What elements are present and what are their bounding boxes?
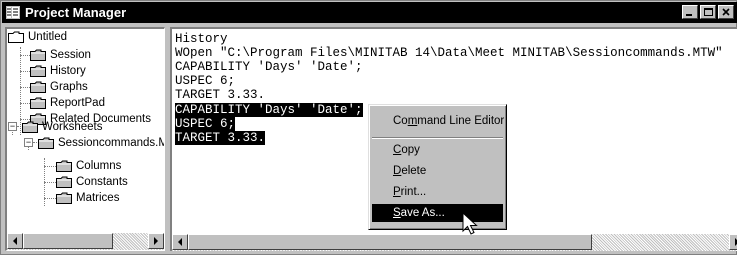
menu-separator xyxy=(372,137,503,139)
tree-item-label: History xyxy=(50,65,86,77)
scroll-right-button[interactable] xyxy=(148,233,164,249)
menu-item-copy[interactable]: Copy xyxy=(372,141,503,159)
folder-icon xyxy=(56,192,72,204)
history-line-selected[interactable]: TARGET 3.33. xyxy=(175,131,266,145)
title-bar[interactable]: Project Manager xyxy=(2,2,737,23)
history-line[interactable]: CAPABILITY 'Days' 'Date'; xyxy=(175,60,363,74)
tree-item-history[interactable]: History xyxy=(30,63,86,79)
folder-icon xyxy=(56,176,72,188)
tree-item-constants[interactable]: Constants xyxy=(56,174,128,190)
folder-icon xyxy=(38,137,54,149)
scroll-thumb[interactable] xyxy=(23,233,113,249)
history-line[interactable]: USPEC 6; xyxy=(175,74,235,88)
tree-item-label: Constants xyxy=(76,176,128,188)
collapse-worksheet-toggle[interactable]: − xyxy=(24,138,33,147)
folder-icon xyxy=(22,121,38,133)
tree-item-matrices[interactable]: Matrices xyxy=(56,190,119,206)
context-menu: Command Line Editor Copy Delete Print...… xyxy=(368,104,507,230)
tree-item-worksheet-file[interactable]: Sessioncommands.MTW xyxy=(38,135,164,151)
tree-item-label: Session xyxy=(50,49,91,61)
history-horizontal-scrollbar[interactable] xyxy=(172,234,737,251)
history-header: History xyxy=(175,32,228,46)
project-manager-window: Project Manager Untitled Session History… xyxy=(0,0,737,255)
tree-item-label: Columns xyxy=(76,160,122,172)
tree-item-reportpad[interactable]: ReportPad xyxy=(30,95,105,111)
menu-item-save-as[interactable]: Save As... xyxy=(372,204,503,222)
tree-item-columns[interactable]: Columns xyxy=(56,158,121,174)
collapse-worksheets-toggle[interactable]: − xyxy=(8,122,17,131)
maximize-button[interactable] xyxy=(700,5,716,19)
history-line-selected[interactable]: CAPABILITY 'Days' 'Date'; xyxy=(175,103,363,117)
tree-root-label: Untitled xyxy=(28,31,67,43)
mouse-pointer-icon xyxy=(462,212,478,235)
tree-item-worksheets[interactable]: Worksheets xyxy=(22,119,103,135)
folder-icon xyxy=(30,65,46,77)
menu-item-delete[interactable]: Delete xyxy=(372,162,503,180)
tree-item-session[interactable]: Session xyxy=(30,47,91,63)
project-tree[interactable]: Untitled Session History Graphs ReportPa… xyxy=(5,27,165,251)
scroll-thumb[interactable] xyxy=(188,234,592,250)
window-title: Project Manager xyxy=(25,5,127,20)
folder-icon xyxy=(8,31,24,43)
tree-horizontal-scrollbar[interactable] xyxy=(7,233,164,250)
minimize-button[interactable] xyxy=(682,5,698,19)
folder-icon xyxy=(30,97,46,109)
scroll-left-button[interactable] xyxy=(172,234,188,250)
project-manager-icon xyxy=(6,6,20,19)
folder-icon xyxy=(30,49,46,61)
tree-item-graphs[interactable]: Graphs xyxy=(30,79,88,95)
tree-root[interactable]: Untitled xyxy=(8,29,67,45)
tree-item-label: ReportPad xyxy=(50,97,105,109)
scroll-left-button[interactable] xyxy=(7,233,23,249)
scroll-right-button[interactable] xyxy=(729,234,737,250)
history-line[interactable]: WOpen "C:\Program Files\MINITAB 14\Data\… xyxy=(175,46,723,60)
history-line-selected[interactable]: USPEC 6; xyxy=(175,117,236,131)
folder-icon xyxy=(56,160,72,172)
close-button[interactable] xyxy=(718,5,734,19)
tree-item-label: Matrices xyxy=(76,192,120,204)
menu-item-print[interactable]: Print... xyxy=(372,183,503,201)
tree-item-label: Sessioncommands.MTW xyxy=(58,137,164,149)
history-line[interactable]: TARGET 3.33. xyxy=(175,88,265,102)
tree-item-label: Worksheets xyxy=(42,121,103,133)
tree-item-label: Graphs xyxy=(50,81,88,93)
menu-item-command-line-editor[interactable]: Command Line Editor xyxy=(372,112,504,130)
folder-icon xyxy=(30,81,46,93)
